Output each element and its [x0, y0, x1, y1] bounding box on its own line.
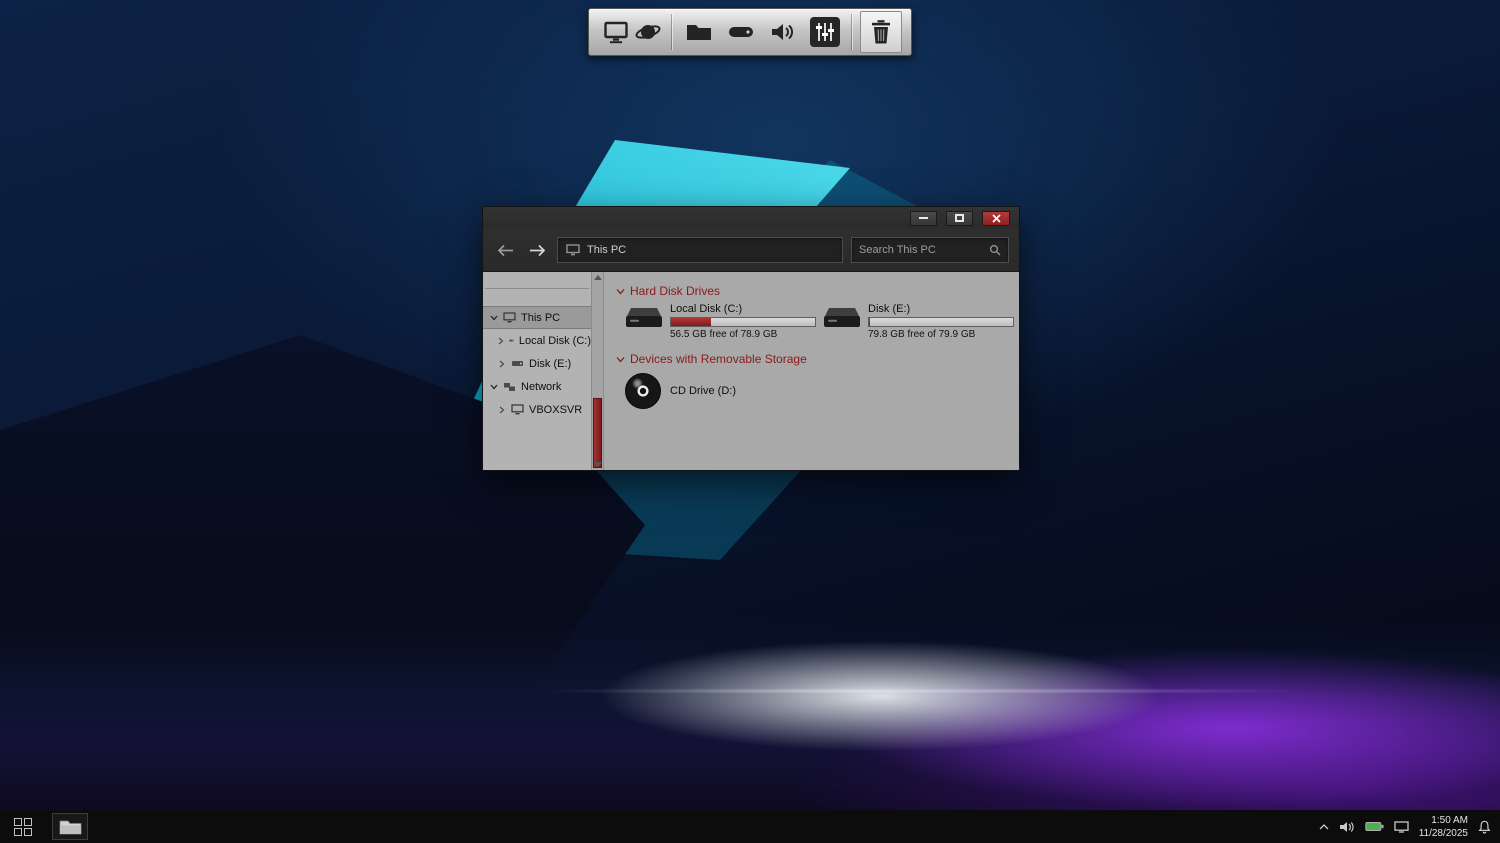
sidebar-item-disk-e[interactable]: Disk (E:) — [483, 352, 591, 375]
volume-icon[interactable] — [764, 12, 801, 52]
drive-free-space: 79.8 GB free of 79.9 GB — [868, 329, 976, 340]
taskbar: 1:50 AM 11/28/2025 — [0, 810, 1500, 843]
trash-icon[interactable] — [860, 11, 902, 53]
taskbar-clock[interactable]: 1:50 AM 11/28/2025 — [1419, 814, 1468, 840]
search-input[interactable] — [859, 244, 989, 256]
drive-item-disk-e[interactable]: Disk (E:) 79.8 GB free of 79.9 GB — [821, 303, 1019, 340]
drive-item-local-disk-c[interactable]: Local Disk (C:) 56.5 GB free of 78.9 GB — [623, 303, 821, 340]
search-box — [851, 237, 1009, 263]
dock-separator — [671, 14, 672, 50]
drive-item-cd-d[interactable]: CD Drive (D:) — [625, 373, 1019, 409]
chevron-down-icon[interactable] — [490, 384, 498, 390]
file-list: Hard Disk Drives Local Disk (C:) 56.5 GB… — [604, 272, 1019, 470]
network-icon — [504, 382, 515, 391]
section-title: Devices with Removable Storage — [630, 352, 807, 366]
scrollbar[interactable] — [591, 272, 604, 470]
minimize-button[interactable] — [910, 210, 937, 226]
explorer-window: This PC Search This PC This PC Local Dis… — [482, 206, 1020, 471]
capacity-bar — [868, 317, 1014, 327]
sidebar-item-vboxsvr[interactable]: VBOXSVR — [483, 398, 591, 421]
computer-icon — [511, 404, 524, 415]
dock — [588, 8, 912, 56]
scroll-up-icon[interactable] — [592, 275, 603, 280]
computer-icon — [566, 244, 580, 256]
minimize-icon — [919, 217, 928, 219]
globe-icon[interactable] — [633, 12, 663, 52]
scroll-down-icon[interactable] — [592, 462, 603, 467]
sidebar-item-label: Network — [521, 380, 562, 393]
scrollbar-thumb[interactable] — [593, 398, 602, 468]
forward-arrow-icon — [529, 244, 545, 256]
drive-icon — [509, 339, 514, 342]
dock-separator — [851, 14, 852, 50]
sidebar-item-this-pc[interactable]: This PC — [483, 306, 591, 329]
maximize-icon — [955, 214, 964, 222]
hard-drive-icon — [821, 303, 863, 340]
system-tray: 1:50 AM 11/28/2025 — [1319, 814, 1500, 840]
chevron-right-icon[interactable] — [498, 406, 506, 414]
chevron-down-icon[interactable] — [490, 315, 498, 321]
battery-icon[interactable] — [1364, 821, 1384, 832]
capacity-bar — [670, 317, 816, 327]
window-content: This PC Local Disk (C:) Disk (E:) Networ… — [483, 271, 1019, 470]
drive-info: Local Disk (C:) 56.5 GB free of 78.9 GB — [670, 303, 816, 340]
volume-icon[interactable] — [1339, 821, 1355, 833]
display-icon[interactable] — [598, 12, 635, 52]
folder-icon[interactable] — [680, 12, 717, 52]
wallpaper-horizon-line — [540, 690, 1300, 692]
section-header-hard-disk-drives[interactable]: Hard Disk Drives — [616, 284, 1019, 298]
back-arrow-icon — [497, 244, 513, 256]
drive-icon — [512, 361, 523, 366]
address-text: This PC — [587, 244, 627, 256]
clock-date: 11/28/2025 — [1418, 827, 1468, 839]
bell-icon[interactable] — [1478, 820, 1491, 834]
sidebar: This PC Local Disk (C:) Disk (E:) Networ… — [483, 272, 591, 470]
file-explorer-icon — [59, 820, 81, 835]
search-icon[interactable] — [989, 244, 1001, 256]
sidebar-item-label: VBOXSVR — [529, 403, 583, 416]
chevron-down-icon — [616, 356, 625, 362]
capacity-fill — [671, 318, 712, 326]
sidebar-item-local-disk-c[interactable]: Local Disk (C:) — [483, 329, 591, 352]
drive-icon[interactable] — [722, 12, 759, 52]
drive-free-space: 56.5 GB free of 78.9 GB — [670, 329, 778, 340]
computer-icon — [503, 312, 516, 323]
chevron-up-icon[interactable] — [1319, 823, 1329, 830]
cd-icon — [625, 373, 661, 409]
sidebar-item-network[interactable]: Network — [483, 375, 591, 398]
clock-time: 1:50 AM — [1431, 814, 1468, 826]
desktop: This PC Search This PC This PC Local Dis… — [0, 0, 1500, 843]
close-button[interactable] — [982, 210, 1010, 226]
drive-label: Local Disk (C:) — [670, 303, 743, 315]
sidebar-item-label: Disk (E:) — [529, 357, 572, 370]
start-grid-icon — [14, 817, 32, 836]
drive-label: Disk (E:) — [868, 303, 911, 315]
titlebar[interactable] — [483, 207, 1019, 229]
drive-label: CD Drive (D:) — [670, 385, 736, 397]
drive-info: Disk (E:) 79.8 GB free of 79.9 GB — [868, 303, 1014, 340]
maximize-button[interactable] — [946, 210, 973, 226]
chevron-right-icon[interactable] — [498, 337, 504, 345]
chevron-right-icon[interactable] — [498, 360, 506, 368]
close-icon — [991, 213, 1001, 223]
mixer-icon[interactable] — [806, 12, 843, 52]
back-button[interactable] — [493, 238, 517, 262]
sidebar-item-label: This PC — [521, 311, 561, 324]
taskbar-file-explorer-button[interactable] — [52, 813, 88, 840]
sidebar-item-label: Local Disk (C:) — [518, 334, 591, 347]
section-header-removable-storage[interactable]: Devices with Removable Storage — [616, 352, 1019, 366]
sidebar-separator — [485, 288, 589, 289]
address-bar[interactable]: This PC — [557, 237, 843, 263]
hard-drive-icon — [623, 303, 665, 340]
start-button[interactable] — [0, 810, 46, 843]
mixer-sliders — [809, 17, 840, 47]
display-icon[interactable] — [1394, 820, 1409, 833]
navigation-bar: This PC — [483, 229, 1019, 271]
capacity-fill — [869, 318, 871, 326]
forward-button[interactable] — [525, 238, 549, 262]
section-title: Hard Disk Drives — [630, 284, 721, 298]
chevron-down-icon — [616, 288, 625, 294]
